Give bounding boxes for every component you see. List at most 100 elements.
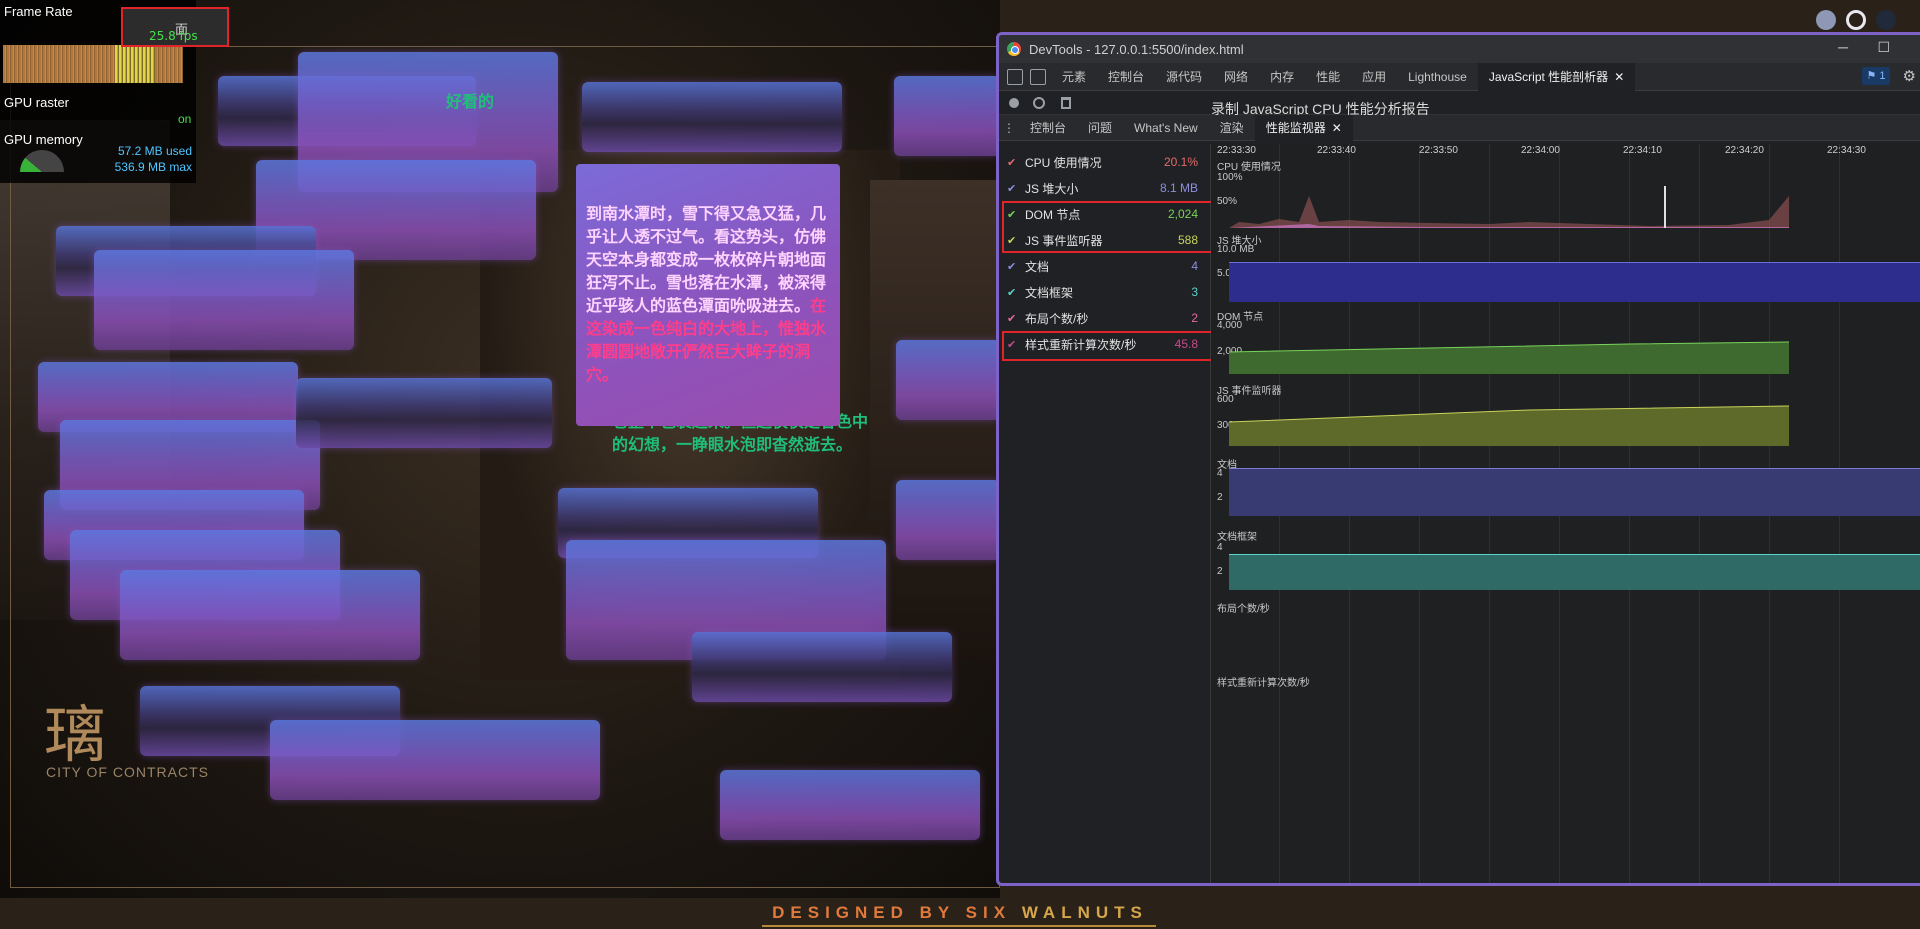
metric-cpu[interactable]: ✔ CPU 使用情况 20.1% (999, 149, 1210, 175)
drawer-tab-console[interactable]: 控制台 (1019, 114, 1077, 142)
metric-documents[interactable]: ✔ 文档 4 (999, 253, 1210, 279)
page-dots (1816, 10, 1896, 30)
footer-credit-prefix: DESIGNED BY SIX (772, 903, 1012, 922)
devtools-titlebar[interactable]: DevTools - 127.0.0.1:5500/index.html ─ ☐ (999, 35, 1920, 63)
game-logo-en: CITY OF CONTRACTS (46, 764, 209, 780)
drawer-tab-performance-monitor[interactable]: 性能监视器 ✕ (1254, 113, 1353, 142)
time-tick: 22:33:30 (1217, 145, 1256, 156)
chrome-icon (1007, 42, 1021, 56)
gpu-memory-label: GPU memory (4, 132, 83, 147)
metric-layouts[interactable]: ✔ 布局个数/秒 2 (999, 305, 1210, 331)
tab-application[interactable]: 应用 (1351, 63, 1397, 91)
footer-credit: DESIGNED BY SIX WALNUTS (0, 903, 1920, 923)
clear-icon[interactable] (1033, 96, 1045, 109)
listeners-chart (1229, 405, 1789, 446)
gpu-raster-value: on (178, 112, 192, 126)
metric-value: 3 (1191, 285, 1198, 299)
minimize-icon[interactable]: ─ (1838, 39, 1848, 55)
metric-frames[interactable]: ✔ 文档框架 3 (999, 279, 1210, 305)
metric-value: 2 (1191, 311, 1198, 325)
chart-y-top: 4 (1217, 468, 1223, 479)
tab-elements[interactable]: 元素 (1051, 63, 1097, 91)
dom-chart (1229, 341, 1789, 374)
story-text-panel: 到南水潭时，雪下得又急又猛，几乎让人透不过气。看这势头，仿佛天空本身都变成一枚枚… (576, 164, 840, 426)
footer-credit-highlight: WALNUTS (1021, 903, 1148, 922)
drawer-tab-issues[interactable]: 问题 (1077, 114, 1123, 142)
tab-sources[interactable]: 源代码 (1155, 63, 1213, 91)
metric-value: 4 (1191, 259, 1198, 273)
heap-chart (1229, 262, 1920, 302)
metric-label: 布局个数/秒 (1025, 311, 1089, 326)
cpu-chart (1229, 186, 1789, 228)
device-toolbar-icon[interactable] (1030, 68, 1046, 85)
blurred-card (582, 82, 842, 152)
blurred-card (296, 378, 552, 448)
time-tick: 22:33:40 (1317, 145, 1356, 156)
tab-network[interactable]: 网络 (1213, 63, 1259, 91)
metric-label: JS 堆大小 (1025, 181, 1079, 196)
time-tick: 22:34:10 (1623, 145, 1662, 156)
gear-icon[interactable]: ⚙ (1903, 67, 1916, 85)
more-options-icon[interactable]: ⋮ (999, 121, 1019, 135)
dot-button-active[interactable] (1846, 10, 1866, 30)
blurred-card (120, 570, 420, 660)
tab-performance[interactable]: 性能 (1305, 63, 1351, 91)
tab-memory[interactable]: 内存 (1259, 63, 1305, 91)
fps-graph (3, 45, 183, 83)
story-text-main: 到南水潭时，雪下得又急又猛，几乎让人透不过气。看这势头，仿佛天空本身都变成一枚枚… (586, 204, 827, 315)
footer-underline (762, 925, 1156, 927)
performance-monitor: ✔ CPU 使用情况 20.1% ✔ JS 堆大小 8.1 MB ✔ DOM 节… (999, 144, 1920, 883)
devtools-window: DevTools - 127.0.0.1:5500/index.html ─ ☐… (996, 32, 1920, 886)
frame-rate-label: Frame Rate (4, 4, 73, 19)
drawer-tab-whats-new[interactable]: What's New (1123, 114, 1209, 142)
highlight-box (1002, 331, 1214, 361)
inspect-element-icon[interactable] (1007, 68, 1023, 85)
tab-lighthouse[interactable]: Lighthouse (1397, 63, 1478, 91)
drawer-tab-rendering[interactable]: 渲染 (1209, 114, 1255, 142)
chart-y-mid: 2 (1217, 492, 1223, 503)
report-title: 录制 JavaScript CPU 性能分析报告 (1211, 101, 1430, 115)
issues-count: 1 (1879, 70, 1886, 82)
drawer-tabs: ⋮ 控制台 问题 What's New 渲染 性能监视器 ✕ (999, 113, 1920, 142)
issues-badge[interactable]: ⚑ 1 (1862, 67, 1890, 85)
profiler-toolbar: 录制 JavaScript CPU 性能分析报告 (999, 91, 1920, 115)
dot-button[interactable] (1816, 10, 1836, 30)
tab-js-profiler-label: JavaScript 性能剖析器 (1488, 69, 1609, 84)
time-tick: 22:34:30 (1827, 145, 1866, 156)
time-tick: 22:33:50 (1419, 145, 1458, 156)
chart-y-top: 4 (1217, 542, 1223, 553)
metric-charts: 22:33:30 22:33:40 22:33:50 22:34:00 22:3… (1211, 144, 1920, 883)
time-axis: 22:33:30 22:33:40 22:33:50 22:34:00 22:3… (1211, 144, 1920, 158)
check-icon: ✔ (1007, 260, 1017, 273)
metric-list: ✔ CPU 使用情况 20.1% ✔ JS 堆大小 8.1 MB ✔ DOM 节… (999, 144, 1232, 883)
tab-js-profiler[interactable]: JavaScript 性能剖析器 ✕ (1477, 62, 1636, 91)
metric-label: 文档框架 (1025, 285, 1074, 300)
game-logo-cn: 璃 (44, 698, 113, 771)
metric-value: 8.1 MB (1159, 181, 1198, 195)
check-icon: ✔ (1007, 312, 1017, 325)
chart-y-top: 4,000 (1217, 320, 1243, 331)
trash-icon[interactable] (1061, 96, 1071, 109)
chart-y-mid: 2 (1217, 566, 1223, 577)
tab-console[interactable]: 控制台 (1097, 63, 1155, 91)
metric-label: CPU 使用情况 (1025, 155, 1102, 170)
metric-js-heap[interactable]: ✔ JS 堆大小 8.1 MB (999, 175, 1210, 201)
story-heading: 好看的 (446, 92, 495, 111)
record-icon[interactable] (1009, 97, 1019, 108)
dot-button[interactable] (1876, 10, 1896, 30)
chart-y-top: 100% (1217, 172, 1243, 183)
chart-label-layouts: 布局个数/秒 (1217, 604, 1270, 615)
metric-value: 20.1% (1163, 155, 1198, 169)
close-icon[interactable]: ✕ (1614, 70, 1624, 84)
maximize-icon[interactable]: ☐ (1877, 39, 1890, 56)
metric-label: 文档 (1025, 259, 1050, 274)
gpu-memory-max: 536.9 MB max (114, 160, 192, 174)
time-tick: 22:34:20 (1725, 145, 1764, 156)
blurred-card (692, 632, 952, 702)
check-icon: ✔ (1007, 286, 1017, 299)
close-icon[interactable]: ✕ (1332, 121, 1342, 135)
devtools-title: DevTools - 127.0.0.1:5500/index.html (1029, 41, 1244, 57)
gpu-raster-label: GPU raster (4, 95, 70, 110)
blurred-card (270, 720, 600, 800)
blurred-card (720, 770, 980, 840)
